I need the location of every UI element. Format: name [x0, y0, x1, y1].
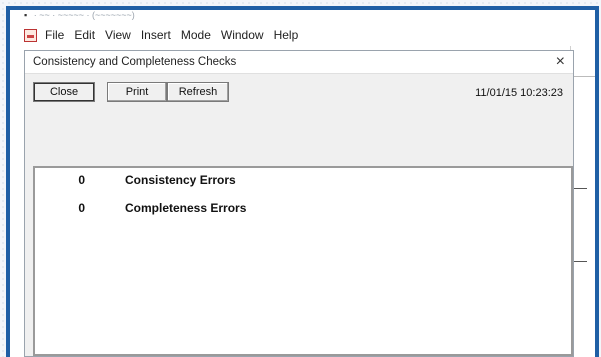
menu-help[interactable]: Help [274, 28, 299, 42]
print-button[interactable]: Print [107, 82, 167, 102]
background-bracket-right [572, 188, 587, 262]
menu-insert[interactable]: Insert [141, 28, 171, 42]
app-icon [24, 28, 37, 42]
completeness-errors-row: 0 Completeness Errors [35, 200, 571, 216]
consistency-errors-label: Consistency Errors [125, 173, 236, 187]
results-list: 0 Consistency Errors 0 Completeness Erro… [33, 166, 573, 356]
menu-bar: File Edit View Insert Mode Window Help [10, 24, 595, 46]
window-title: · ~~ · ~~~~~ · (~~~~~~~) [33, 10, 135, 20]
menu-file[interactable]: File [45, 28, 64, 42]
dialog-toolbar: Close Print Refresh 11/01/15 10:23:23 [25, 74, 573, 166]
window-title-bar: ▪ · ~~ · ~~~~~ · (~~~~~~~) [10, 10, 595, 24]
checks-dialog: Consistency and Completeness Checks × Cl… [24, 50, 574, 357]
side-panel-tab[interactable] [571, 46, 595, 77]
completeness-errors-label: Completeness Errors [125, 201, 247, 215]
dialog-title-bar: Consistency and Completeness Checks × [25, 51, 573, 74]
completeness-error-count: 0 [78, 201, 85, 215]
consistency-errors-row: 0 Consistency Errors [35, 172, 571, 188]
app-title-icon: ▪ [24, 10, 28, 20]
close-button[interactable]: Close [33, 82, 95, 102]
timestamp: 11/01/15 10:23:23 [475, 87, 563, 99]
dialog-title: Consistency and Completeness Checks [33, 56, 237, 68]
refresh-button[interactable]: Refresh [167, 82, 229, 102]
menu-edit[interactable]: Edit [74, 28, 95, 42]
menu-view[interactable]: View [105, 28, 131, 42]
consistency-error-count: 0 [78, 173, 85, 187]
close-icon[interactable]: × [556, 54, 565, 70]
menu-window[interactable]: Window [221, 28, 264, 42]
menu-mode[interactable]: Mode [181, 28, 211, 42]
